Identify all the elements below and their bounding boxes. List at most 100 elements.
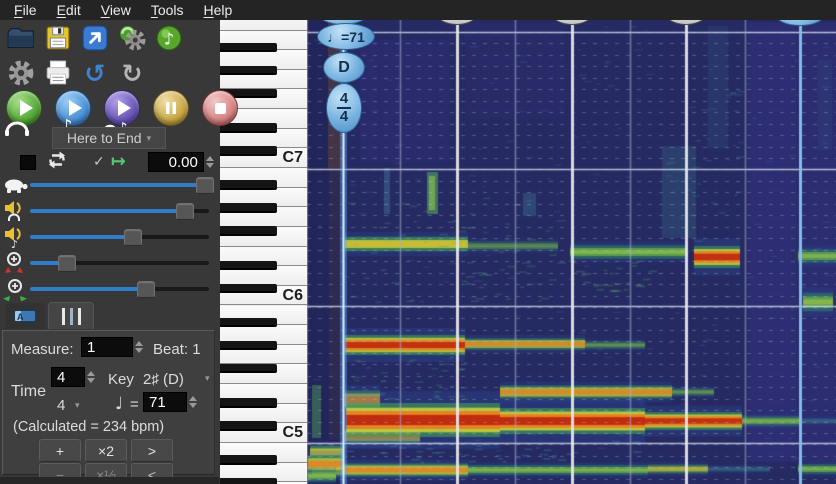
left-control-panel: ♪ ↺ ↻ ♪ bbox=[0, 20, 238, 484]
stop-button[interactable] bbox=[200, 90, 240, 136]
speed-slider[interactable] bbox=[0, 172, 219, 198]
svg-text:♪: ♪ bbox=[164, 29, 174, 48]
pause-icon bbox=[153, 90, 189, 126]
marker-time-signature[interactable]: 44 bbox=[326, 83, 362, 133]
add-measure-button[interactable]: + bbox=[39, 439, 81, 462]
tab-text-view[interactable]: A bbox=[5, 303, 45, 329]
piano-key-black[interactable] bbox=[220, 398, 277, 408]
speaker-headphones-icon bbox=[0, 200, 30, 222]
vertical-zoom-slider[interactable] bbox=[0, 250, 219, 276]
playback-volume-slider[interactable] bbox=[0, 198, 219, 224]
slider-handle[interactable] bbox=[175, 203, 194, 220]
export-sound-icon[interactable] bbox=[80, 23, 110, 53]
play-listen-button[interactable] bbox=[4, 90, 44, 136]
time-denominator-value[interactable]: 4 bbox=[57, 397, 65, 414]
piano-key-black[interactable] bbox=[220, 65, 277, 76]
audio-config-gear-icon[interactable] bbox=[117, 23, 147, 53]
horizontal-zoom-slider[interactable] bbox=[0, 276, 219, 302]
tempo-spinner[interactable] bbox=[189, 396, 197, 408]
double-tempo-button[interactable]: ×2 bbox=[85, 439, 127, 462]
tune-info-icon[interactable]: ♪ bbox=[154, 23, 184, 53]
beat-label: Beat: 1 bbox=[153, 341, 201, 358]
octave-label-c7: C7 bbox=[282, 149, 303, 166]
shift-left-button[interactable]: < bbox=[131, 463, 173, 484]
measure-label: Measure: bbox=[11, 341, 74, 358]
time-numerator-field[interactable]: 4 bbox=[51, 367, 95, 387]
time-numerator-spinner[interactable] bbox=[87, 371, 95, 383]
tab-spectrum-view[interactable] bbox=[48, 302, 94, 329]
toolbar-row-2: ↺ ↻ bbox=[6, 58, 147, 88]
offset-value: 0.00 bbox=[168, 153, 198, 171]
zoom-vertical-icon bbox=[0, 251, 30, 275]
menu-help[interactable]: Help bbox=[194, 0, 243, 20]
time-numerator-value: 4 bbox=[57, 368, 66, 386]
toolbar-row-1: ♪ bbox=[6, 23, 184, 53]
key-dropdown-icon[interactable]: ▾ bbox=[205, 373, 210, 384]
spectrogram-canvas[interactable] bbox=[307, 20, 836, 484]
piano-key-black[interactable] bbox=[220, 42, 277, 53]
time-denominator-dropdown-icon[interactable]: ▾ bbox=[75, 400, 80, 411]
piano-key-black[interactable] bbox=[220, 203, 277, 213]
measure-panel: Measure: 1 Beat: 1 Time 4 Key 2♯ (D) ▾ 4… bbox=[2, 330, 215, 484]
spectrogram-view[interactable]: 1.1♩=71D442342.1 bbox=[307, 20, 836, 484]
turtle-icon bbox=[0, 177, 30, 194]
piano-key-black[interactable] bbox=[220, 455, 277, 465]
piano-key-black[interactable] bbox=[220, 260, 277, 271]
svg-text:♪: ♪ bbox=[11, 238, 18, 248]
save-icon[interactable] bbox=[43, 23, 73, 53]
menu-edit[interactable]: Edit bbox=[47, 0, 91, 20]
key-value[interactable]: 2♯ (D) bbox=[143, 371, 184, 388]
loop-row: ✓ ↦ 0.00 bbox=[0, 151, 219, 173]
piano-key-black[interactable] bbox=[220, 180, 277, 190]
marker-tempo[interactable]: ♩=71 bbox=[317, 23, 375, 50]
spectrum-view-icon bbox=[61, 307, 81, 325]
color-swatch[interactable] bbox=[20, 154, 36, 170]
measure-value: 1 bbox=[87, 338, 96, 356]
slider-handle[interactable] bbox=[195, 177, 214, 194]
tempo-value: 71 bbox=[149, 393, 166, 411]
print-icon[interactable] bbox=[43, 58, 73, 88]
tempo-field[interactable]: 71 bbox=[143, 392, 197, 412]
piano-key-black[interactable] bbox=[220, 226, 277, 236]
half-tempo-button[interactable]: ×½ bbox=[85, 463, 127, 484]
piano-key-black[interactable] bbox=[220, 340, 277, 351]
slider-handle[interactable] bbox=[136, 281, 155, 298]
calculated-bpm-label: (Calculated = 234 bpm) bbox=[13, 419, 165, 435]
slider-handle[interactable] bbox=[124, 229, 143, 246]
jump-to-start-icon[interactable]: ↦ bbox=[111, 153, 126, 171]
text-view-icon: A bbox=[14, 310, 36, 322]
speaker-note-icon: ♪ bbox=[0, 226, 30, 248]
preferences-gear-icon[interactable] bbox=[6, 58, 36, 88]
menu-file[interactable]: File bbox=[4, 0, 47, 20]
marker-key[interactable]: D bbox=[323, 52, 365, 83]
tempo-note-icon: ♩ bbox=[115, 394, 124, 414]
play-range-label: Here to End bbox=[66, 130, 142, 146]
offset-spinner[interactable] bbox=[205, 156, 214, 168]
menu-bar: File Edit View Tools Help bbox=[0, 0, 836, 20]
octave-label-c5: C5 bbox=[282, 424, 303, 441]
click-volume-slider[interactable]: ♪ bbox=[0, 224, 219, 250]
redo-icon[interactable]: ↻ bbox=[117, 58, 147, 88]
open-file-icon[interactable] bbox=[6, 23, 36, 53]
measure-spinner[interactable] bbox=[135, 341, 143, 353]
tempo-equals: = bbox=[130, 396, 139, 413]
transcribe-app-window: File Edit View Tools Help ♪ ↺ ↻ Here to … bbox=[0, 0, 836, 484]
offset-input[interactable]: 0.00 bbox=[147, 152, 204, 172]
shift-right-button[interactable]: > bbox=[131, 439, 173, 462]
piano-key-white[interactable] bbox=[220, 20, 307, 31]
menu-view[interactable]: View bbox=[91, 0, 141, 20]
menu-tools[interactable]: Tools bbox=[141, 0, 194, 20]
piano-key-black[interactable] bbox=[220, 317, 277, 328]
remove-measure-button[interactable]: − bbox=[39, 463, 81, 484]
piano-key-black[interactable] bbox=[220, 363, 277, 374]
slider-stack: ♪ bbox=[0, 172, 219, 302]
measure-field[interactable]: 1 bbox=[81, 337, 143, 357]
auto-advance-checkbox[interactable]: ✓ bbox=[93, 154, 105, 170]
slider-handle[interactable] bbox=[57, 255, 76, 272]
key-label: Key bbox=[108, 371, 134, 388]
zoom-horizontal-icon bbox=[0, 277, 30, 301]
stop-icon bbox=[202, 90, 238, 126]
undo-icon[interactable]: ↺ bbox=[80, 58, 110, 88]
piano-key-black[interactable] bbox=[220, 478, 277, 484]
play-range-dropdown[interactable]: Here to End ▾ bbox=[52, 127, 166, 149]
